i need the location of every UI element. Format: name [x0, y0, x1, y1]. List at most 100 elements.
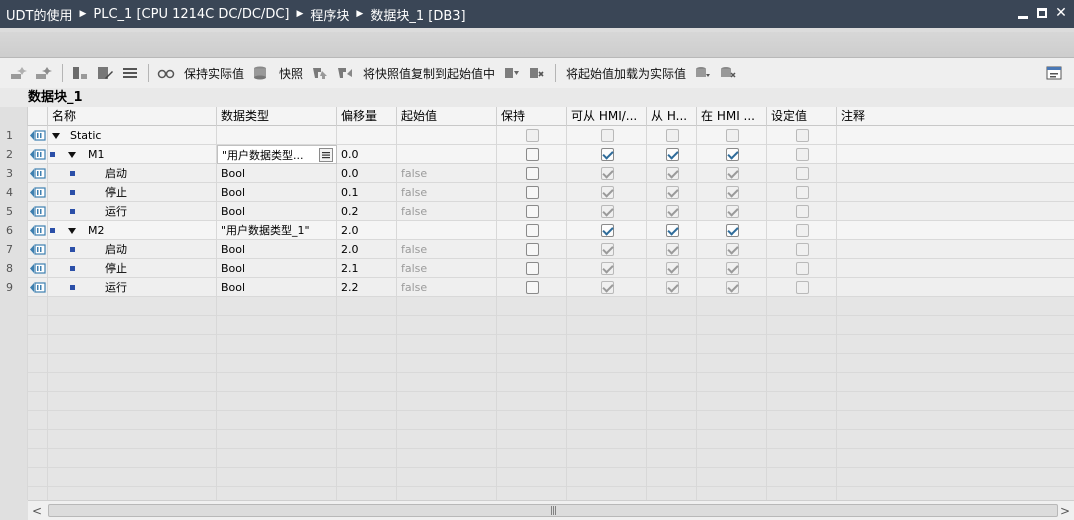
checkbox-retain[interactable]	[526, 205, 539, 218]
table-row[interactable]: 5 运行 Bool 0.2 false	[0, 202, 1074, 221]
checkbox-hmi3[interactable]	[726, 167, 739, 180]
checkbox-hmi3[interactable]	[726, 129, 739, 142]
datatype-browse-icon[interactable]	[319, 148, 333, 162]
checkbox-retain[interactable]	[526, 243, 539, 256]
checkbox-hmi3[interactable]	[726, 243, 739, 256]
checkbox-hmi3[interactable]	[726, 224, 739, 237]
table-row[interactable]: 4 停止 Bool 0.1 false	[0, 183, 1074, 202]
cell-name[interactable]: 启动	[48, 164, 217, 183]
table-row[interactable]: 3 启动 Bool 0.0 false	[0, 164, 1074, 183]
expand-triangle-icon[interactable]	[68, 228, 76, 234]
cell-name[interactable]: 运行	[48, 278, 217, 297]
table-row[interactable]: 6 M2 "用户数据类型_1" 2.0	[0, 221, 1074, 240]
cell-name[interactable]: M2	[48, 221, 217, 240]
checkbox-retain[interactable]	[526, 129, 539, 142]
cell-name[interactable]: 停止	[48, 259, 217, 278]
copy-down-icon[interactable]	[501, 63, 523, 83]
horizontal-scrollbar[interactable]: < ||| >	[28, 500, 1074, 520]
checkbox-hmi3[interactable]	[726, 186, 739, 199]
checkbox-retain[interactable]	[526, 262, 539, 275]
checkbox-retain[interactable]	[526, 224, 539, 237]
panel-settings-icon[interactable]	[1044, 63, 1064, 83]
header-retain[interactable]: 保持	[497, 107, 567, 126]
checkbox-hmi3[interactable]	[726, 281, 739, 294]
checkbox-hmi2[interactable]	[666, 205, 679, 218]
checkbox-hmi2[interactable]	[666, 129, 679, 142]
add-row-icon[interactable]	[33, 63, 55, 83]
breadcrumb-project[interactable]: UDT的使用	[6, 5, 72, 24]
breadcrumb-db[interactable]: 数据块_1 [DB3]	[370, 5, 465, 24]
cell-name[interactable]: 运行	[48, 202, 217, 221]
checkbox-hmi1[interactable]	[601, 262, 614, 275]
table-row[interactable]: 2 M1 "用户数据类型... 0.0	[0, 145, 1074, 164]
expand-all-icon[interactable]	[69, 63, 91, 83]
scrollbar-thumb[interactable]: |||	[48, 504, 1058, 517]
checkbox-hmi2[interactable]	[666, 224, 679, 237]
datatype-editor[interactable]: "用户数据类型...	[217, 145, 337, 164]
close-icon[interactable]: ✕	[1054, 6, 1068, 20]
checkbox-hmi2[interactable]	[666, 281, 679, 294]
breadcrumb-plc[interactable]: PLC_1 [CPU 1214C DC/DC/DC]	[93, 7, 289, 22]
header-name[interactable]: 名称	[48, 107, 217, 126]
checkbox-set[interactable]	[796, 224, 809, 237]
cell-name[interactable]: M1	[48, 145, 217, 164]
checkbox-set[interactable]	[796, 243, 809, 256]
checkbox-set[interactable]	[796, 167, 809, 180]
table-row[interactable]: 1 Static	[0, 126, 1074, 145]
header-hmi-setpoint[interactable]: 在 HMI ...	[697, 107, 767, 126]
snapshot-left-icon[interactable]	[309, 63, 331, 83]
checkbox-hmi2[interactable]	[666, 243, 679, 256]
load-db-icon[interactable]	[692, 63, 714, 83]
copy-snapshot-to-start-button[interactable]: 将快照值复制到起始值中	[363, 65, 495, 82]
scroll-left-icon[interactable]: <	[28, 501, 46, 520]
checkbox-hmi1[interactable]	[601, 243, 614, 256]
checkbox-retain[interactable]	[526, 148, 539, 161]
checkbox-set[interactable]	[796, 129, 809, 142]
checkbox-set[interactable]	[796, 148, 809, 161]
monitor-glasses-icon[interactable]	[155, 63, 177, 83]
expand-triangle-icon[interactable]	[52, 133, 60, 139]
restore-icon[interactable]	[1035, 6, 1049, 20]
cell-name[interactable]: 停止	[48, 183, 217, 202]
keep-actual-values-button[interactable]: 保持实际值	[184, 65, 244, 82]
cell-name[interactable]: 启动	[48, 240, 217, 259]
checkbox-retain[interactable]	[526, 186, 539, 199]
checkbox-retain[interactable]	[526, 167, 539, 180]
snapshot-right-icon[interactable]	[334, 63, 356, 83]
checkbox-hmi1[interactable]	[601, 167, 614, 180]
checkbox-hmi3[interactable]	[726, 262, 739, 275]
breadcrumb-program-blocks[interactable]: 程序块	[310, 5, 349, 24]
checkbox-hmi2[interactable]	[666, 186, 679, 199]
checkbox-hmi1[interactable]	[601, 129, 614, 142]
header-setpoint[interactable]: 设定值	[767, 107, 837, 126]
checkbox-hmi1[interactable]	[601, 205, 614, 218]
checkbox-hmi1[interactable]	[601, 148, 614, 161]
load-start-as-actual-button[interactable]: 将起始值加载为实际值	[566, 65, 686, 82]
scroll-right-icon[interactable]: >	[1056, 501, 1074, 520]
checkbox-set[interactable]	[796, 281, 809, 294]
copy-all-icon[interactable]	[526, 63, 548, 83]
header-hmi-access[interactable]: 可从 HMI/...	[567, 107, 647, 126]
header-hmi-visible[interactable]: 从 H...	[647, 107, 697, 126]
expand-triangle-icon[interactable]	[68, 152, 76, 158]
checkbox-hmi2[interactable]	[666, 262, 679, 275]
table-row[interactable]: 7 启动 Bool 2.0 false	[0, 240, 1074, 259]
snapshot-button[interactable]: 快照	[279, 65, 303, 82]
header-datatype[interactable]: 数据类型	[217, 107, 337, 126]
checkbox-hmi1[interactable]	[601, 186, 614, 199]
checkbox-set[interactable]	[796, 186, 809, 199]
insert-row-icon[interactable]	[8, 63, 30, 83]
minimize-icon[interactable]	[1016, 6, 1030, 20]
checkbox-set[interactable]	[796, 205, 809, 218]
checkbox-hmi3[interactable]	[726, 148, 739, 161]
header-start-value[interactable]: 起始值	[397, 107, 497, 126]
load-db-all-icon[interactable]	[717, 63, 739, 83]
checkbox-set[interactable]	[796, 262, 809, 275]
checkbox-hmi3[interactable]	[726, 205, 739, 218]
table-row[interactable]: 8 停止 Bool 2.1 false	[0, 259, 1074, 278]
database-icon[interactable]	[250, 63, 272, 83]
checkbox-hmi2[interactable]	[666, 148, 679, 161]
list-view-icon[interactable]	[119, 63, 141, 83]
checkbox-retain[interactable]	[526, 281, 539, 294]
edit-block-icon[interactable]	[94, 63, 116, 83]
